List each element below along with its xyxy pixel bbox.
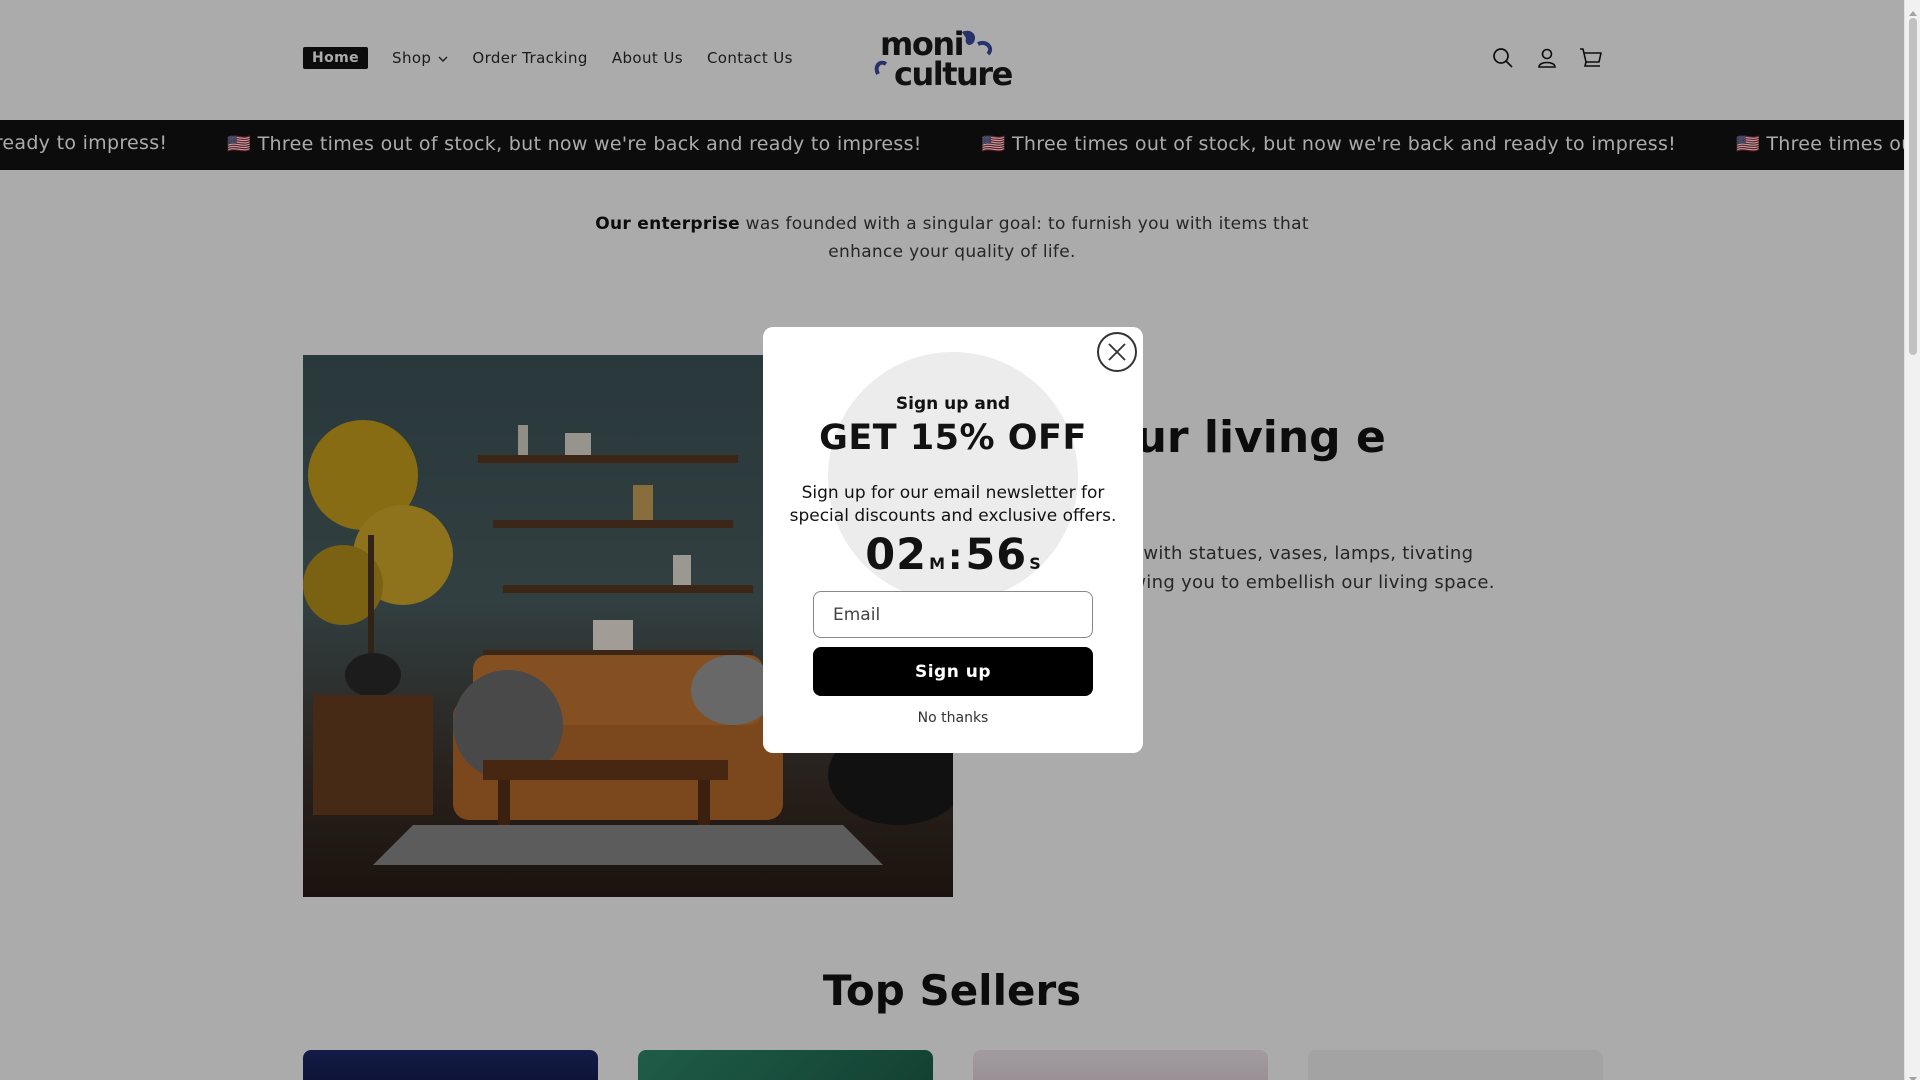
signup-button[interactable]: Sign up <box>813 647 1093 696</box>
scrollbar-thumb[interactable] <box>1909 18 1917 355</box>
no-thanks-link[interactable]: No thanks <box>763 710 1143 726</box>
scroll-up-arrow-icon[interactable] <box>1909 3 1917 16</box>
popup-pre-title: Sign up and <box>895 394 1011 414</box>
scrollbar[interactable] <box>1904 0 1920 1080</box>
timer-seconds: 56 <box>965 530 1028 580</box>
email-field[interactable] <box>813 591 1093 638</box>
timer-seconds-unit: S <box>1029 554 1041 573</box>
popup-title: GET 15% OFF <box>819 418 1087 458</box>
scroll-down-arrow-icon[interactable] <box>1909 1068 1917 1080</box>
timer-separator: : <box>947 537 963 578</box>
popup-description: Sign up for our email newsletter for spe… <box>789 483 1117 526</box>
close-icon <box>1108 343 1126 361</box>
timer-minutes: 02 <box>865 530 928 580</box>
signup-popup: Sign up and GET 15% OFF Sign up for our … <box>763 327 1143 753</box>
countdown-timer: 02 M:56 S <box>763 530 1143 580</box>
close-button[interactable] <box>1097 332 1137 372</box>
timer-minutes-unit: M <box>929 554 945 573</box>
